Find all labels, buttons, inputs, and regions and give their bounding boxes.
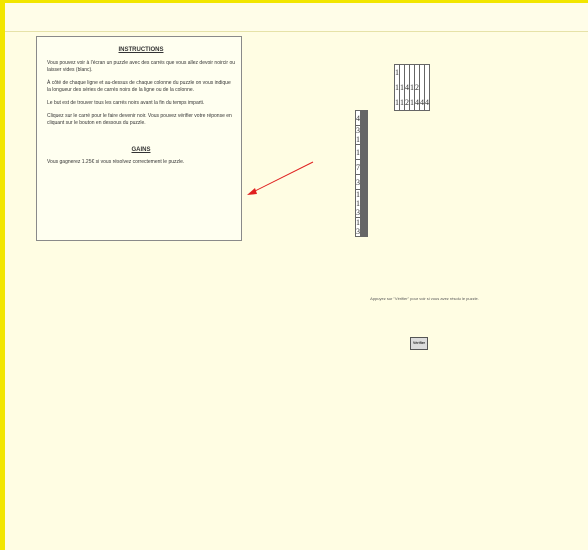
grid-cell[interactable] <box>366 144 368 160</box>
row-clue: 1 1 3 <box>355 189 361 218</box>
grid-row: 3 1 <box>355 125 368 145</box>
grid-row: 7 <box>355 159 368 175</box>
grid-row: 4 <box>355 110 368 126</box>
grid-cell[interactable] <box>366 110 368 126</box>
verify-button[interactable]: Vérifier <box>410 337 428 350</box>
row-clue: 3 1 <box>355 125 361 145</box>
verify-hint-text: Appuyez sur "Vérifier" pour voir si vous… <box>370 296 479 301</box>
column-clues: 1111142112444 <box>394 64 430 111</box>
instructions-paragraph-4: Cliquez sur le carré pour le faire deven… <box>47 113 232 126</box>
annotation-arrow <box>247 161 314 195</box>
gains-text: Vous gagnerez 1.25€ si vous résolvez cor… <box>47 159 185 165</box>
column-clue-number: 2 <box>405 98 409 107</box>
column-clue-number: 1 <box>410 83 414 92</box>
instructions-paragraph-2: À côté de chaque ligne et au-dessus de c… <box>47 80 231 93</box>
instructions-title: INSTRUCTIONS <box>118 47 164 53</box>
grid-cell[interactable] <box>366 174 368 190</box>
instructions-paragraph-3: Le but est de trouver tous les carrés no… <box>47 100 205 106</box>
row-clue: 1 3 <box>355 217 361 237</box>
grid-row: 3 <box>355 174 368 190</box>
header-band <box>5 3 588 32</box>
column-clue-number: 1 <box>395 98 399 107</box>
column-clue-number: 1 <box>400 83 404 92</box>
column-clue: 1 1 1 <box>394 64 400 111</box>
column-clue-number: 4 <box>420 98 424 107</box>
column-clue-number: 1 <box>410 98 414 107</box>
column-clue-number: 4 <box>415 98 419 107</box>
page-frame: INSTRUCTIONS Vous pouvez voir à l'écran … <box>0 0 588 550</box>
puzzle-grid: 43 11731 1 31 3 <box>355 110 368 237</box>
grid-cell[interactable] <box>366 189 368 218</box>
column-clue-number: 2 <box>415 83 419 92</box>
column-clue-number: 1 <box>395 68 399 77</box>
column-clue-number: 1 <box>395 83 399 92</box>
column-clue-number: 4 <box>425 98 429 107</box>
column-clue-number: 1 <box>400 98 404 107</box>
grid-row: 1 <box>355 144 368 160</box>
grid-cell[interactable] <box>366 217 368 237</box>
left-border <box>0 0 5 550</box>
instructions-panel: INSTRUCTIONS Vous pouvez voir à l'écran … <box>36 36 242 241</box>
gains-title: GAINS <box>131 147 151 153</box>
grid-cell[interactable] <box>366 125 368 145</box>
column-clue: 4 <box>424 64 430 111</box>
grid-row: 1 3 <box>355 217 368 237</box>
grid-cell[interactable] <box>366 159 368 175</box>
grid-row: 1 1 3 <box>355 189 368 218</box>
instructions-paragraph-1: Vous pouvez voir à l'écran un puzzle ave… <box>47 60 236 73</box>
column-clue-number: 4 <box>405 83 409 92</box>
